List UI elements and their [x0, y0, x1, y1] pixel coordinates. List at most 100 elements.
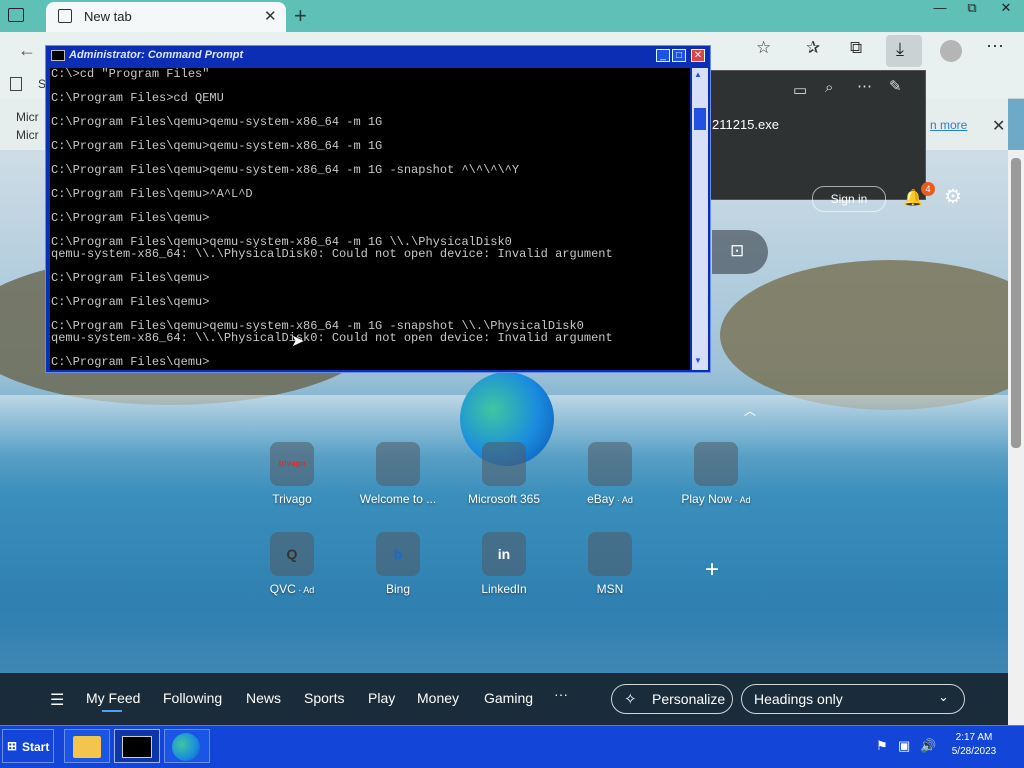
- volume-icon[interactable]: 🔊: [920, 738, 936, 754]
- clock-date: 5/28/2023: [951, 746, 997, 757]
- cmd-window-icon: [51, 50, 65, 61]
- msn-icon: [596, 540, 624, 568]
- clock-time: 2:17 AM: [955, 732, 993, 743]
- favorite-page-icon[interactable]: [10, 77, 22, 91]
- notification-close-icon[interactable]: ✕: [992, 116, 1005, 136]
- qvc-icon: Q: [286, 546, 298, 562]
- edge-taskbar-icon: [172, 733, 200, 761]
- settings-gear-icon[interactable]: ⚙: [944, 184, 962, 209]
- quick-link-trivago[interactable]: trivago Trivago: [242, 442, 342, 506]
- nav-following[interactable]: Following: [163, 690, 222, 706]
- open-folder-icon[interactable]: ▭: [793, 81, 807, 99]
- headings-select[interactable]: Headings only ⌄: [741, 684, 965, 714]
- command-prompt-window[interactable]: Administrator: Command Prompt _ □ ✕ C:\>…: [45, 45, 711, 373]
- quick-link-label: Bing: [385, 582, 411, 596]
- quick-link-label: Play Now: [681, 492, 733, 506]
- nav-more[interactable]: ···: [554, 686, 568, 702]
- quick-link-play-now[interactable]: Play Now · Ad: [666, 442, 766, 506]
- minimize-button[interactable]: —: [924, 0, 956, 18]
- download-arrow-icon: ⤓: [896, 39, 904, 59]
- close-window-button[interactable]: ✕: [990, 0, 1022, 18]
- notifications-bell-icon[interactable]: 🔔: [903, 188, 923, 208]
- search-downloads-icon[interactable]: ⌕: [825, 79, 833, 96]
- download-filename[interactable]: 211215.exe: [712, 117, 779, 132]
- system-clock[interactable]: 2:17 AM 5/28/2023: [940, 731, 1008, 759]
- visual-search-button[interactable]: ⊡: [712, 230, 768, 274]
- favorites-icon[interactable]: ✰: [806, 38, 820, 58]
- personalize-label: Personalize: [652, 691, 726, 707]
- quick-link-microsoft365[interactable]: Microsoft 365: [454, 442, 554, 506]
- quick-link-msn[interactable]: MSN: [560, 532, 660, 596]
- nav-sports[interactable]: Sports: [304, 690, 344, 706]
- taskbar-edge[interactable]: [164, 729, 210, 763]
- hamburger-menu-icon[interactable]: ☰: [50, 690, 64, 710]
- tab-title: New tab: [84, 9, 132, 24]
- tab-strip: New tab ✕ + — ⧉ ✕: [0, 0, 1024, 32]
- scroll-up-icon[interactable]: ▲: [694, 70, 702, 79]
- quick-link-label: eBay: [587, 492, 615, 506]
- add-quick-link-icon[interactable]: +: [705, 556, 719, 584]
- cmd-title: Administrator: Command Prompt: [69, 49, 244, 61]
- folder-icon: [73, 736, 101, 758]
- nav-play[interactable]: Play: [368, 690, 395, 706]
- ad-tag: · Ad: [732, 495, 751, 505]
- linkedin-icon: in: [497, 546, 511, 562]
- favorite-star-icon[interactable]: ☆: [756, 38, 771, 58]
- cmd-close-button[interactable]: ✕: [691, 49, 705, 62]
- network-icon[interactable]: ▣: [898, 738, 910, 754]
- see-more-link[interactable]: n more: [930, 118, 967, 132]
- start-button[interactable]: ⊞ Start: [2, 729, 54, 763]
- nav-news[interactable]: News: [246, 690, 281, 706]
- cmd-console[interactable]: C:\>cd "Program Files" C:\Program Files>…: [50, 68, 690, 370]
- sign-in-button[interactable]: Sign in: [812, 186, 886, 212]
- quick-link-ebay[interactable]: eBay · Ad: [560, 442, 660, 506]
- cmd-taskbar-icon: [122, 736, 152, 758]
- start-label: Start: [22, 740, 50, 754]
- ad-tag: · Ad: [614, 495, 633, 505]
- restore-button[interactable]: ⧉: [956, 0, 988, 18]
- cmd-scrollbar-thumb[interactable]: [694, 108, 706, 130]
- trivago-icon: trivago: [278, 459, 306, 468]
- tab-actions-icon[interactable]: [8, 8, 24, 22]
- quick-link-bing[interactable]: b Bing: [348, 532, 448, 596]
- page-scrollbar-thumb[interactable]: [1011, 158, 1021, 448]
- tab-close-icon[interactable]: ✕: [264, 7, 277, 25]
- quick-link-welcome[interactable]: Welcome to ...: [348, 442, 448, 506]
- cmd-maximize-button[interactable]: □: [672, 49, 686, 62]
- taskbar-file-explorer[interactable]: [64, 729, 110, 763]
- edge-small-icon: [384, 450, 412, 478]
- bing-icon: b: [393, 546, 403, 562]
- personalize-icon: ✧: [624, 691, 637, 708]
- pin-icon[interactable]: ✎: [889, 77, 902, 95]
- headings-select-value: Headings only: [754, 691, 843, 707]
- quick-link-qvc[interactable]: Q QVC · Ad: [242, 532, 342, 596]
- new-tab-button[interactable]: +: [294, 3, 307, 29]
- notification-count-badge: 4: [921, 182, 935, 196]
- quick-link-linkedin[interactable]: in LinkedIn: [454, 532, 554, 596]
- nav-my-feed[interactable]: My Feed: [86, 690, 140, 706]
- windows-flag-icon: ⊞: [7, 739, 18, 753]
- nav-gaming[interactable]: Gaming: [484, 690, 533, 706]
- more-menu-icon[interactable]: ⋯: [986, 36, 1004, 57]
- quick-link-label: Welcome to ...: [359, 492, 437, 506]
- nav-money[interactable]: Money: [417, 690, 459, 706]
- back-arrow-icon[interactable]: ←: [18, 40, 36, 61]
- mouse-cursor-icon: ➤: [291, 333, 305, 350]
- downloads-more-icon[interactable]: ⋯: [857, 77, 872, 95]
- action-center-flag-icon[interactable]: ⚑: [876, 738, 888, 754]
- notification-line-2: Micr: [16, 128, 39, 142]
- personalize-button[interactable]: ✧ Personalize: [611, 684, 733, 714]
- cmd-output-text: C:\>cd "Program Files" C:\Program Files>…: [51, 68, 613, 369]
- downloads-button[interactable]: ⤓: [886, 35, 922, 67]
- taskbar-command-prompt[interactable]: [114, 729, 160, 763]
- scroll-down-icon[interactable]: ▼: [694, 356, 702, 365]
- tab-new-tab[interactable]: New tab ✕: [46, 2, 286, 32]
- downloads-panel: ▭ ⌕ ⋯ ✎: [710, 70, 926, 200]
- collections-icon[interactable]: ⧉: [850, 38, 862, 58]
- profile-avatar[interactable]: [940, 40, 962, 62]
- ad-tag: · Ad: [295, 585, 315, 595]
- collapse-chevron-icon[interactable]: ︿: [744, 402, 756, 419]
- play-now-game-icon: [702, 450, 730, 478]
- cmd-minimize-button[interactable]: _: [656, 49, 670, 62]
- chevron-down-icon: ⌄: [938, 689, 949, 704]
